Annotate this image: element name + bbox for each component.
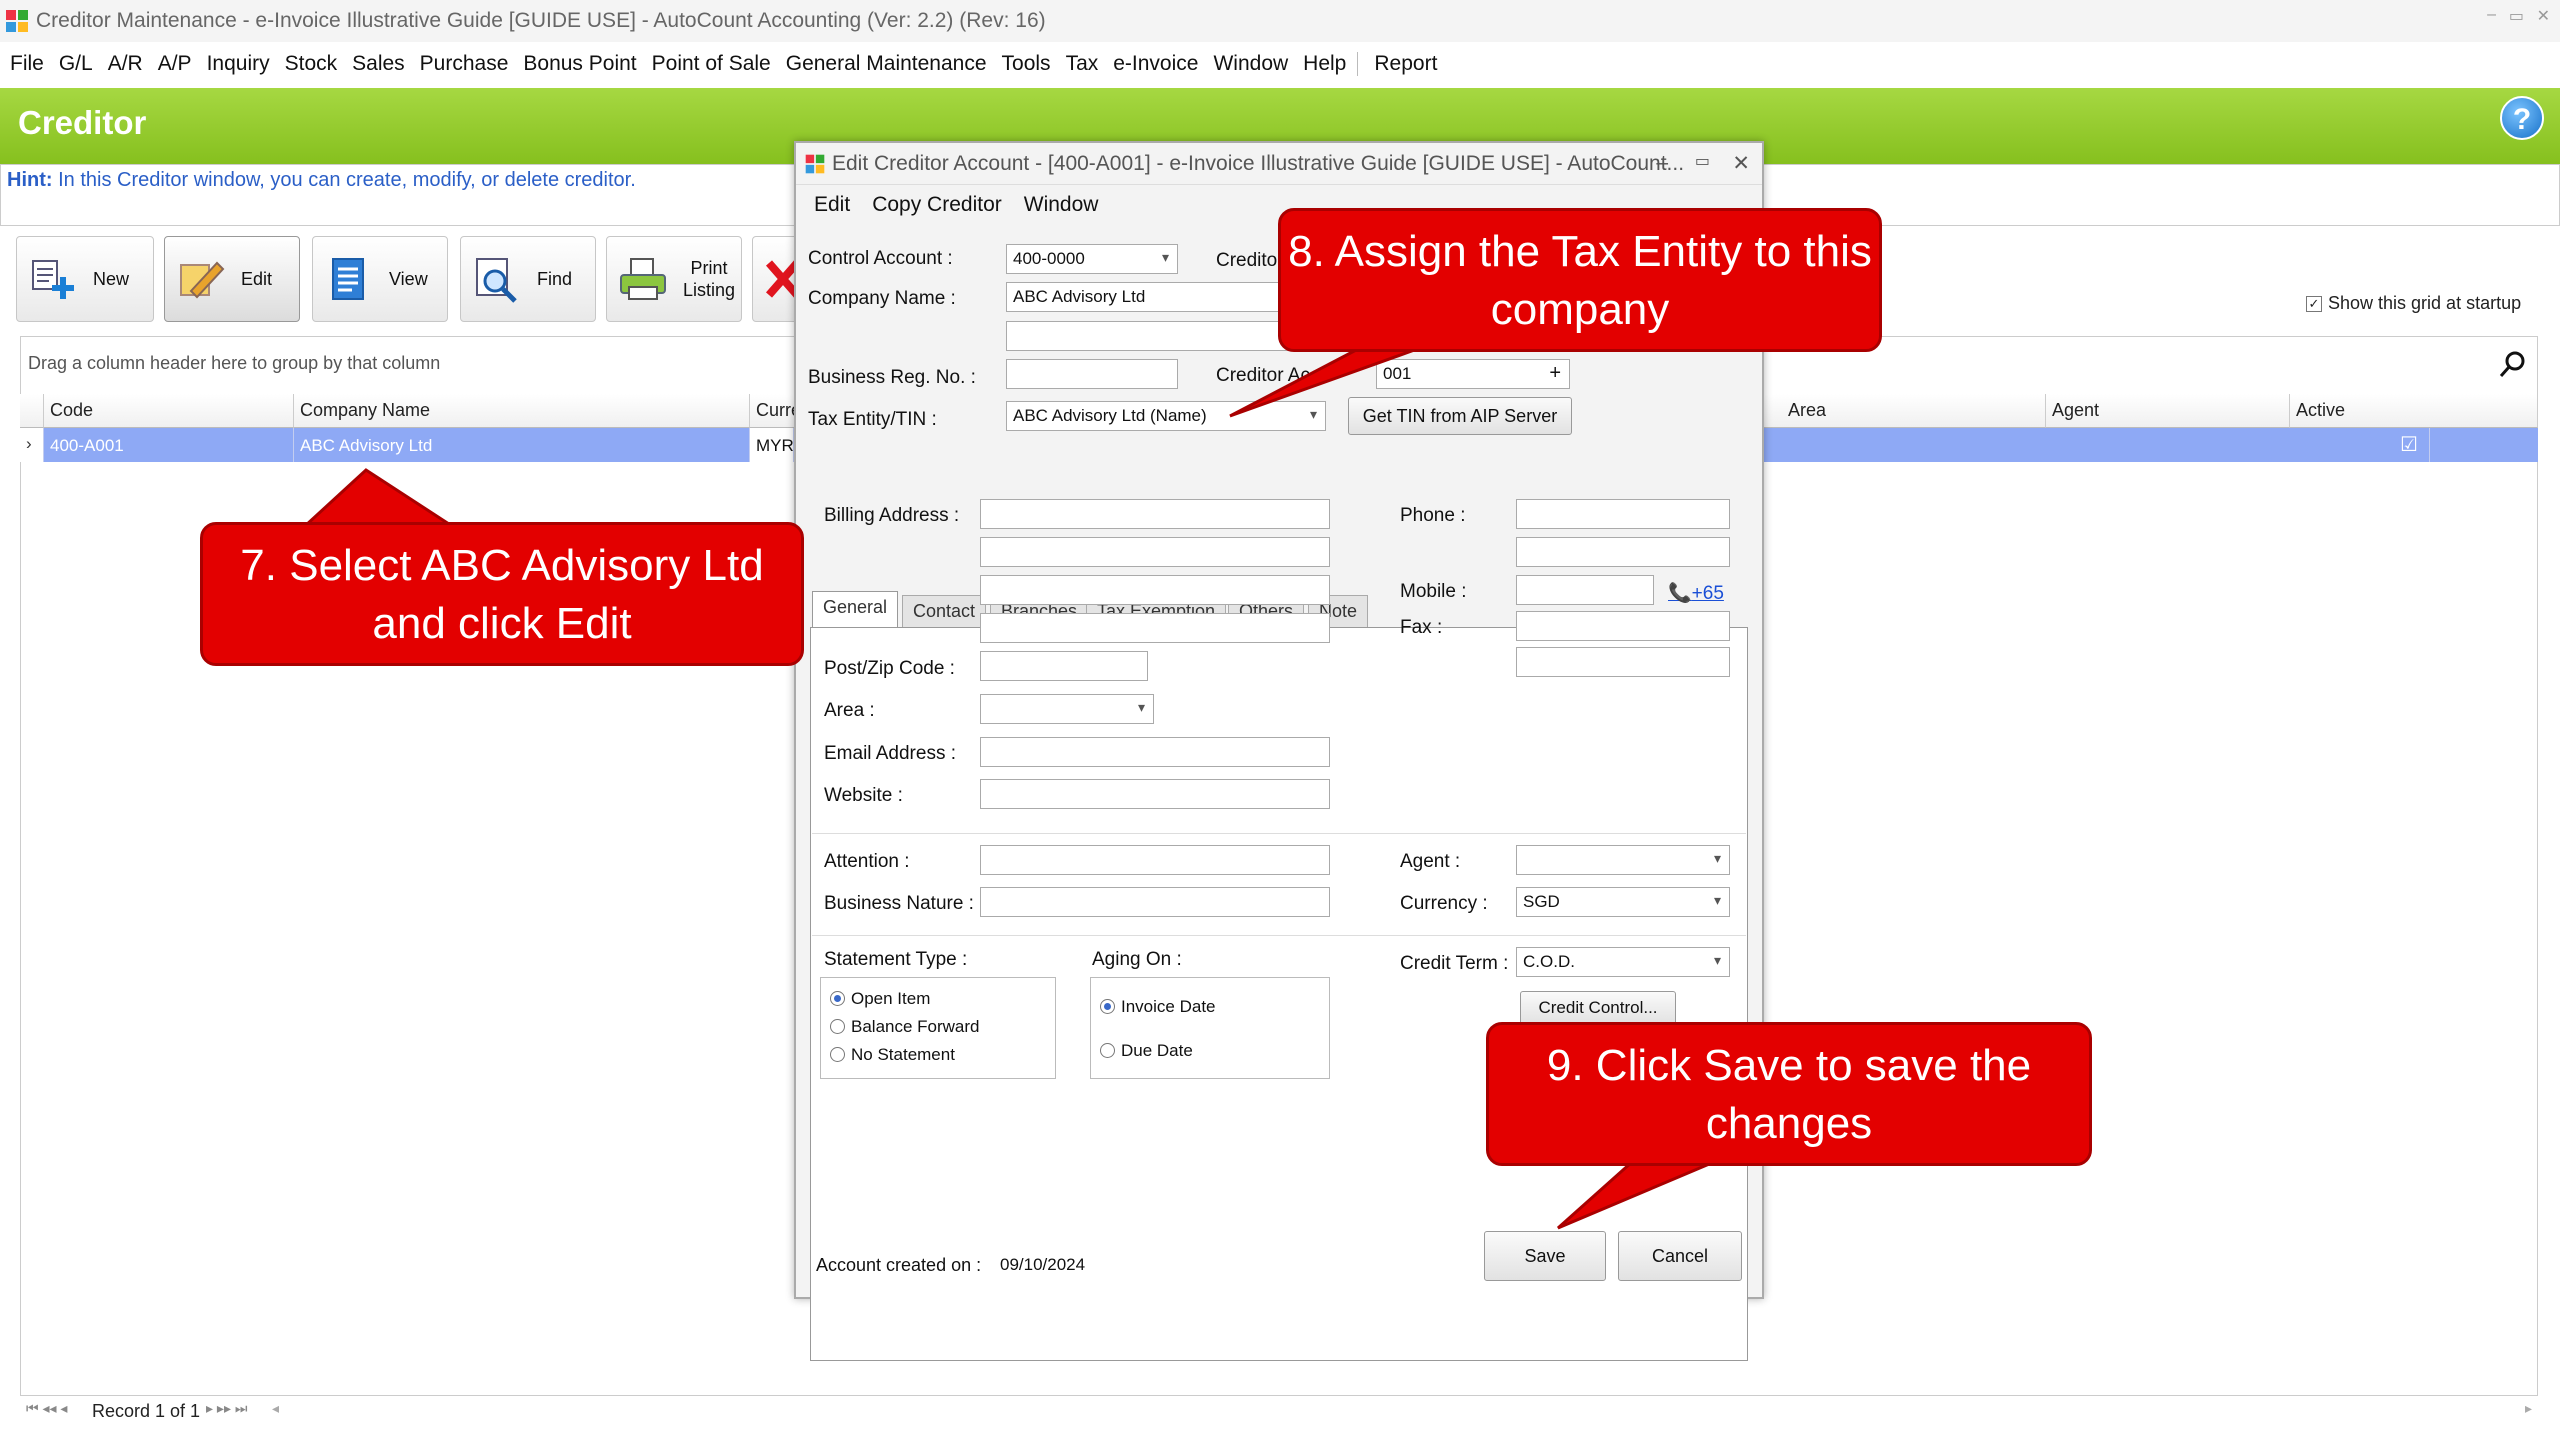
callout-step-9: 9. Click Save to save the changes bbox=[1486, 1022, 2092, 1166]
callout-step-8: 8. Assign the Tax Entity to this company bbox=[1278, 208, 1882, 352]
callout-step-7: 7. Select ABC Advisory Ltd and click Edi… bbox=[200, 522, 804, 666]
